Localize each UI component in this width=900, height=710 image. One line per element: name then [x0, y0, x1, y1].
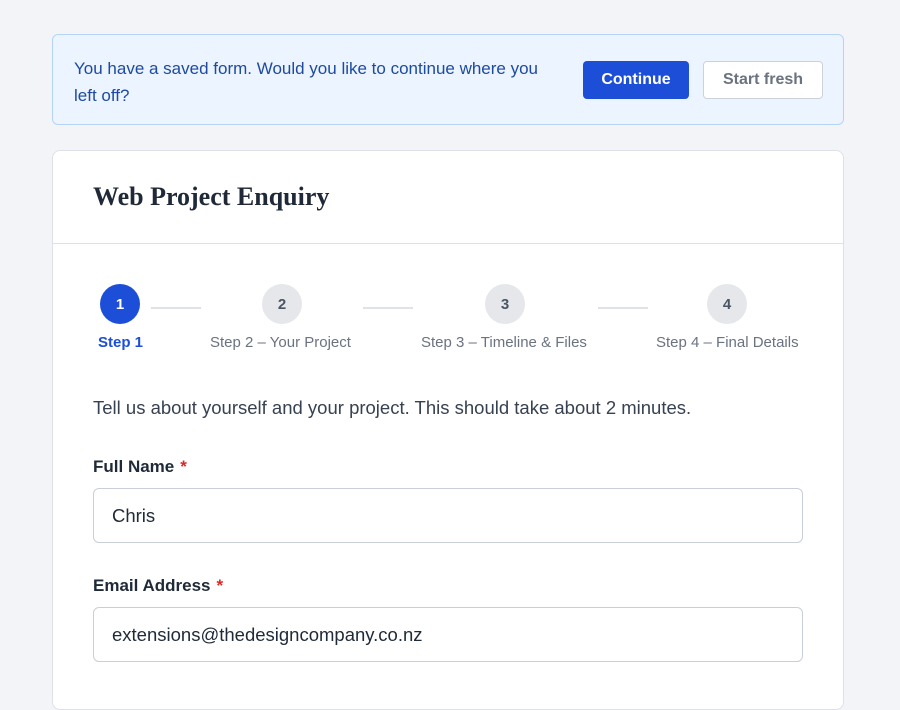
step-4-circle[interactable]: 4 [707, 284, 747, 324]
step-4-label[interactable]: Step 4 – Final Details [656, 334, 799, 351]
step-connector [598, 307, 648, 309]
full-name-label-text: Full Name [93, 457, 175, 476]
email-label: Email Address * [93, 576, 223, 596]
required-mark: * [216, 576, 224, 595]
step-3-label[interactable]: Step 3 – Timeline & Files [421, 334, 587, 351]
email-label-text: Email Address [93, 576, 211, 595]
step-connector [363, 307, 413, 309]
full-name-input[interactable] [93, 488, 803, 543]
step-2-circle[interactable]: 2 [262, 284, 302, 324]
form-title: Web Project Enquiry [93, 182, 330, 211]
step-2-label[interactable]: Step 2 – Your Project [210, 334, 351, 351]
banner-message: You have a saved form. Would you like to… [74, 59, 539, 105]
step-connector [151, 307, 201, 309]
step-1-circle[interactable]: 1 [100, 284, 140, 324]
card-header: Web Project Enquiry [53, 151, 843, 244]
saved-form-banner: You have a saved form. Would you like to… [52, 34, 844, 125]
step-3-circle[interactable]: 3 [485, 284, 525, 324]
form-intro-text: Tell us about yourself and your project.… [93, 397, 692, 418]
email-input[interactable] [93, 607, 803, 662]
full-name-label: Full Name * [93, 457, 187, 477]
step-1-label[interactable]: Step 1 [98, 334, 143, 351]
start-fresh-button[interactable]: Start fresh [703, 61, 823, 99]
required-mark: * [180, 457, 187, 476]
enquiry-form-card: Web Project Enquiry 1 Step 1 2 Step 2 – … [52, 150, 844, 710]
continue-button[interactable]: Continue [583, 61, 689, 99]
form-stepper: 1 Step 1 2 Step 2 – Your Project 3 Step … [53, 244, 845, 364]
